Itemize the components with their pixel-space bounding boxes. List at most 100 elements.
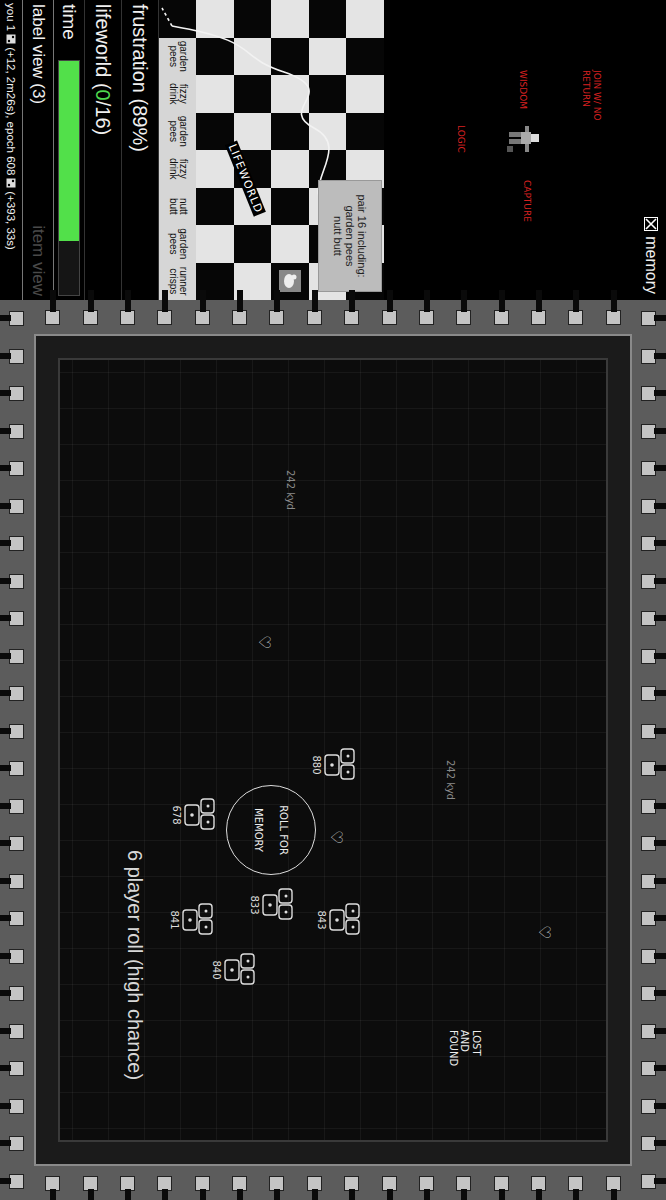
bond-pad xyxy=(10,911,25,926)
memory-checkbox[interactable] xyxy=(644,217,658,231)
red-note: JOIN W/ NO RETURN xyxy=(580,70,602,140)
bond-pad xyxy=(10,574,25,589)
bond-pad xyxy=(269,310,284,325)
board-cell[interactable]: nutt butt xyxy=(159,188,197,226)
frustration-row: frustration (89%) xyxy=(122,0,159,300)
player-figure[interactable]: 678 xyxy=(171,795,216,835)
board-cell[interactable]: garden pees xyxy=(159,113,197,151)
pair-tooltip: pair 16 including: garden peesnutt butt xyxy=(318,180,382,292)
board-cell[interactable] xyxy=(234,75,272,113)
dice-figure-icon xyxy=(222,950,256,990)
board-cell[interactable] xyxy=(347,0,385,38)
bond-pad xyxy=(10,424,25,439)
lifeworld-label: lifeworld (0/16) xyxy=(92,4,115,135)
bond-pad xyxy=(83,310,98,325)
item-label: fizzy drink xyxy=(166,75,189,113)
board-cell[interactable] xyxy=(272,38,310,76)
bond-pad xyxy=(307,1176,322,1191)
item-label: fizzy drink xyxy=(166,150,189,188)
board-cell[interactable] xyxy=(272,75,310,113)
board-cell[interactable] xyxy=(272,150,310,188)
tooltip-title: pair 16 including: xyxy=(356,194,368,277)
board-cell[interactable] xyxy=(197,188,235,226)
bond-pad xyxy=(10,499,25,514)
board-cell[interactable]: fizzy drink xyxy=(159,75,197,113)
board-cell[interactable] xyxy=(197,75,235,113)
bond-pad xyxy=(642,724,657,739)
game-view: memory JOIN W/ NO RETURNWISDOMCAPTURELOG… xyxy=(0,0,666,1200)
figure-label: 843 xyxy=(316,910,327,929)
distance-label: 242 kyd xyxy=(285,470,296,510)
board-cell[interactable]: fizzy drink xyxy=(159,150,197,188)
bond-pad xyxy=(120,310,135,325)
roll-circle[interactable]: ROLL FORMEMORY xyxy=(226,785,316,875)
player-figure[interactable]: 841 xyxy=(169,900,214,940)
bond-pad xyxy=(456,1176,471,1191)
bond-pad xyxy=(642,874,657,889)
bond-pad xyxy=(642,349,657,364)
bond-pad xyxy=(642,949,657,964)
bond-pad xyxy=(642,911,657,926)
board-cell[interactable] xyxy=(234,0,272,38)
board-cell[interactable] xyxy=(347,38,385,76)
board-cell[interactable]: garden pees xyxy=(159,225,197,263)
view-tab[interactable]: item view xyxy=(28,225,48,296)
bond-pad xyxy=(382,1176,397,1191)
memory-toggle[interactable]: memory xyxy=(642,217,660,294)
board-cell[interactable] xyxy=(272,113,310,151)
bond-pad xyxy=(10,724,25,739)
bond-pad xyxy=(10,949,25,964)
player-figure[interactable]: 880 xyxy=(311,745,356,785)
board-cell[interactable] xyxy=(234,225,272,263)
bond-pad xyxy=(10,1174,25,1189)
player-figure[interactable]: 833 xyxy=(249,885,294,925)
time-row: time xyxy=(54,0,85,300)
item-label: runner crisps xyxy=(166,263,189,301)
board-cell[interactable] xyxy=(347,113,385,151)
lost-and-found[interactable]: LOSTANDFOUND xyxy=(448,1030,483,1066)
player-figure[interactable]: 843 xyxy=(316,900,361,940)
board-cell[interactable]: garden pees xyxy=(159,38,197,76)
bond-pad xyxy=(344,310,359,325)
board-cell[interactable] xyxy=(234,113,272,151)
bond-pad xyxy=(10,311,25,326)
bond-pad xyxy=(10,799,25,814)
player-figure[interactable]: 840 xyxy=(211,950,256,990)
bond-pad xyxy=(10,874,25,889)
board-cell[interactable] xyxy=(197,38,235,76)
bond-pad xyxy=(642,836,657,851)
bond-pad xyxy=(382,310,397,325)
bond-pad xyxy=(494,310,509,325)
view-tabs: label view (3) item view xyxy=(22,0,54,300)
board-cell[interactable] xyxy=(347,75,385,113)
bond-pad xyxy=(419,1176,434,1191)
board-cell[interactable] xyxy=(272,188,310,226)
board-cell[interactable] xyxy=(234,38,272,76)
board-cell[interactable] xyxy=(197,0,235,38)
lifeworld-board: garden pees fizzy drink garden pees fizz… xyxy=(159,0,384,300)
board-cell[interactable] xyxy=(159,0,197,38)
board-cell[interactable] xyxy=(309,38,347,76)
bond-pad xyxy=(642,311,657,326)
heart-mark: ♡ xyxy=(535,925,554,939)
view-tab[interactable]: label view (3) xyxy=(28,4,48,104)
board-cell[interactable] xyxy=(272,0,310,38)
board-cell[interactable] xyxy=(309,0,347,38)
heart-mark: ♡ xyxy=(327,830,346,844)
check-x-icon xyxy=(645,218,657,230)
distance-label: 242 kyd xyxy=(445,760,456,800)
board-cell[interactable] xyxy=(197,225,235,263)
bond-pad xyxy=(195,1176,210,1191)
hud-panel: memory JOIN W/ NO RETURNWISDOMCAPTURELOG… xyxy=(0,0,666,300)
bond-pad xyxy=(568,310,583,325)
bond-pad xyxy=(10,649,25,664)
memory-label: memory xyxy=(642,236,660,294)
bond-pad xyxy=(642,536,657,551)
die-surface xyxy=(34,334,632,1166)
item-label: nutt butt xyxy=(166,188,189,226)
time-bar-fill xyxy=(59,61,79,241)
tooltip-item: garden pees xyxy=(344,205,356,266)
board-cell[interactable] xyxy=(309,113,347,151)
board-cell[interactable] xyxy=(309,75,347,113)
board-cell[interactable] xyxy=(272,225,310,263)
